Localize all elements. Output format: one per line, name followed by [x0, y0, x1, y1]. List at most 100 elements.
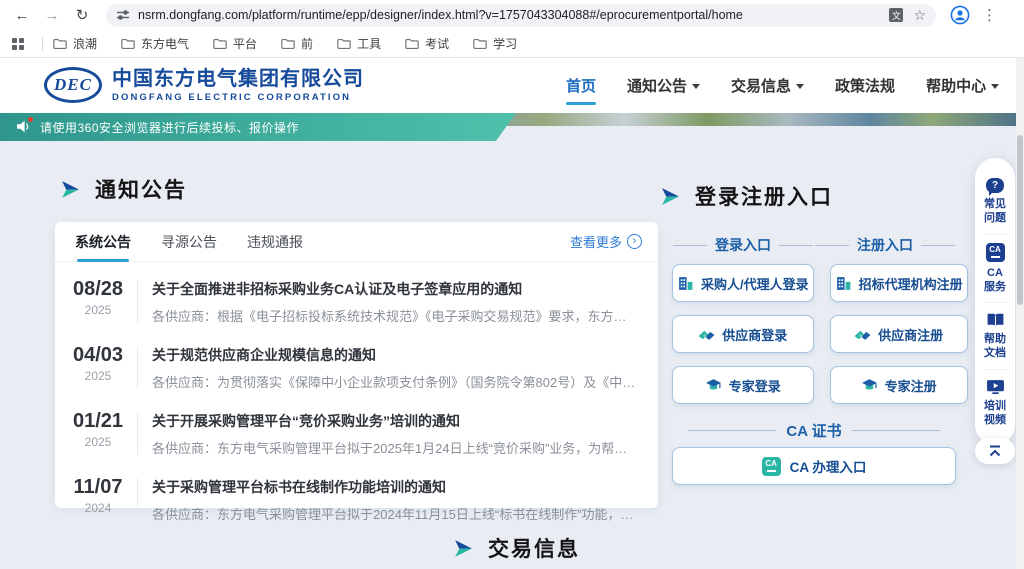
shortcut-label: 培训视频 — [983, 399, 1007, 428]
chevron-down-icon — [991, 84, 999, 89]
question-glyph: ? — [992, 180, 998, 191]
nav-notices[interactable]: 通知公告 — [627, 75, 700, 96]
list-item[interactable]: 11/07 2024 关于采购管理平台标书在线制作功能培训的通知 各供应商：东方… — [69, 466, 638, 532]
company-logo[interactable]: DEC 中国东方电气集团有限公司 DONGFANG ELECTRIC CORPO… — [44, 67, 364, 103]
divider — [137, 280, 138, 323]
list-item[interactable]: 08/28 2025 关于全面推进非招标采购业务CA认证及电子签章应用的通知 各… — [69, 268, 638, 334]
button-label: 专家登录 — [729, 376, 781, 395]
button-label: 供应商注册 — [878, 325, 943, 344]
trade-info-heading: 交易信息 — [453, 533, 580, 563]
list-item[interactable]: 01/21 2025 关于开展采购管理平台“竞价采购业务”培训的通知 各供应商：… — [69, 400, 638, 466]
view-more-link[interactable]: 查看更多 › — [570, 232, 642, 251]
nav-policies[interactable]: 政策法规 — [835, 75, 895, 96]
button-label: CA 办理入口 — [790, 456, 867, 476]
announcements-heading: 通知公告 — [60, 174, 187, 204]
profile-avatar[interactable] — [950, 5, 970, 25]
login-register-heading: 登录注册入口 — [660, 181, 833, 211]
ca-card-icon: CA — [986, 243, 1005, 262]
notice-bar: 请使用360安全浏览器进行后续投标、报价操作 — [0, 113, 516, 141]
building-icon — [677, 275, 694, 292]
translate-icon[interactable]: 文 — [889, 8, 903, 22]
reload-button[interactable]: ↻ — [70, 3, 94, 27]
item-date: 08/28 2025 — [69, 278, 127, 317]
bookmark-folder[interactable]: 平台 — [213, 35, 257, 52]
item-title: 关于全面推进非招标采购业务CA认证及电子签章应用的通知 — [152, 279, 638, 299]
question-bubble-icon: ? — [986, 178, 1004, 193]
nav-trade-info[interactable]: 交易信息 — [731, 75, 804, 96]
nav-home[interactable]: 首页 — [566, 75, 596, 96]
faq-shortcut[interactable]: ? 常见问题 — [983, 170, 1007, 234]
company-name-en: DONGFANG ELECTRIC CORPORATION — [112, 92, 364, 103]
shortcut-label: CA服务 — [983, 266, 1007, 295]
forward-button[interactable]: → — [40, 3, 64, 27]
register-section-label: 注册入口 — [814, 235, 956, 255]
ca-icon-text: CA — [765, 460, 777, 468]
chevron-down-icon — [796, 84, 804, 89]
training-videos-shortcut[interactable]: 培训视频 — [983, 369, 1007, 436]
graduation-cap-icon — [705, 377, 722, 394]
year-value: 2025 — [69, 369, 127, 383]
section-title: 交易信息 — [488, 533, 580, 563]
ca-apply-button[interactable]: CA CA 办理入口 — [672, 447, 956, 485]
supplier-login-button[interactable]: 供应商登录 — [672, 315, 814, 353]
year-value: 2024 — [69, 501, 127, 515]
folder-icon — [337, 38, 351, 50]
expert-login-button[interactable]: 专家登录 — [672, 366, 814, 404]
url-text[interactable]: nsrm.dongfang.com/platform/runtime/epp/d… — [138, 8, 881, 22]
bookmark-folder[interactable]: 浪潮 — [53, 35, 97, 52]
item-body: 关于规范供应商企业规模信息的通知 各供应商：为贯彻落实《保障中小企业款项支付条例… — [152, 344, 638, 391]
dec-logo-mark: DEC — [44, 67, 102, 103]
section-arrow-icon — [60, 179, 81, 200]
buyer-agent-login-button[interactable]: 采购人/代理人登录 — [672, 264, 814, 302]
nav-label: 首页 — [566, 75, 596, 96]
item-date: 11/07 2024 — [69, 476, 127, 515]
button-label: 专家注册 — [885, 376, 937, 395]
graduation-cap-icon — [861, 377, 878, 394]
ca-service-shortcut[interactable]: CA CA服务 — [983, 234, 1007, 303]
main-nav: 首页 通知公告 交易信息 政策法规 帮助中心 — [566, 58, 999, 113]
item-date: 04/03 2025 — [69, 344, 127, 383]
apps-grid-icon[interactable] — [12, 38, 24, 50]
list-item[interactable]: 04/03 2025 关于规范供应商企业规模信息的通知 各供应商：为贯彻落实《保… — [69, 334, 638, 400]
bookmark-folder[interactable]: 东方电气 — [121, 35, 189, 52]
section-title: 通知公告 — [95, 174, 187, 204]
handshake-icon — [698, 326, 715, 343]
browser-menu-icon[interactable]: ⋮ — [982, 6, 997, 24]
announcements-tabbar: 系统公告 寻源公告 违规通报 查看更多 › — [55, 222, 658, 262]
date-value: 01/21 — [69, 410, 127, 433]
folder-icon — [213, 38, 227, 50]
bookmark-label: 工具 — [357, 35, 381, 52]
section-title: 登录注册入口 — [695, 181, 833, 211]
site-settings-icon[interactable] — [116, 8, 130, 22]
bookmark-folder[interactable]: 学习 — [473, 35, 517, 52]
back-to-top-button[interactable] — [975, 438, 1015, 464]
scrollbar-thumb[interactable] — [1017, 135, 1023, 305]
shortcut-label: 常见问题 — [983, 197, 1007, 226]
bidding-agency-register-button[interactable]: 招标代理机构注册 — [830, 264, 968, 302]
login-section-label: 登录入口 — [672, 235, 814, 255]
date-value: 04/03 — [69, 344, 127, 367]
tab-sourcing-notices[interactable]: 寻源公告 — [161, 222, 217, 262]
tab-violation-reports[interactable]: 违规通报 — [247, 222, 303, 262]
item-date: 01/21 2025 — [69, 410, 127, 449]
nav-help-center[interactable]: 帮助中心 — [926, 75, 999, 96]
bookmark-folder[interactable]: 考试 — [405, 35, 449, 52]
screen: ← → ↻ nsrm.dongfang.com/platform/runtime… — [0, 0, 1024, 569]
back-button[interactable]: ← — [10, 3, 34, 27]
item-title: 关于规范供应商企业规模信息的通知 — [152, 345, 638, 365]
expert-register-button[interactable]: 专家注册 — [830, 366, 968, 404]
help-docs-shortcut[interactable]: 帮助文档 — [983, 302, 1007, 369]
address-bar[interactable]: nsrm.dongfang.com/platform/runtime/epp/d… — [106, 4, 936, 27]
bookmark-star-icon[interactable]: ☆ — [913, 7, 926, 24]
bookmark-folder[interactable]: 前 — [281, 35, 313, 52]
login-register-buttons: 采购人/代理人登录 招标代理机构注册 供应商登录 供应商注册 专家登录 专家注册 — [672, 264, 956, 404]
supplier-register-button[interactable]: 供应商注册 — [830, 315, 968, 353]
notification-dot — [28, 117, 33, 122]
chevron-down-icon — [692, 84, 700, 89]
bookmark-folder[interactable]: 工具 — [337, 35, 381, 52]
arrow-right-icon: › — [627, 234, 642, 249]
speaker-icon — [16, 120, 32, 134]
bookmark-label: 平台 — [233, 35, 257, 52]
chevron-up-icon — [987, 444, 1003, 458]
tab-system-notices[interactable]: 系统公告 — [75, 222, 131, 262]
